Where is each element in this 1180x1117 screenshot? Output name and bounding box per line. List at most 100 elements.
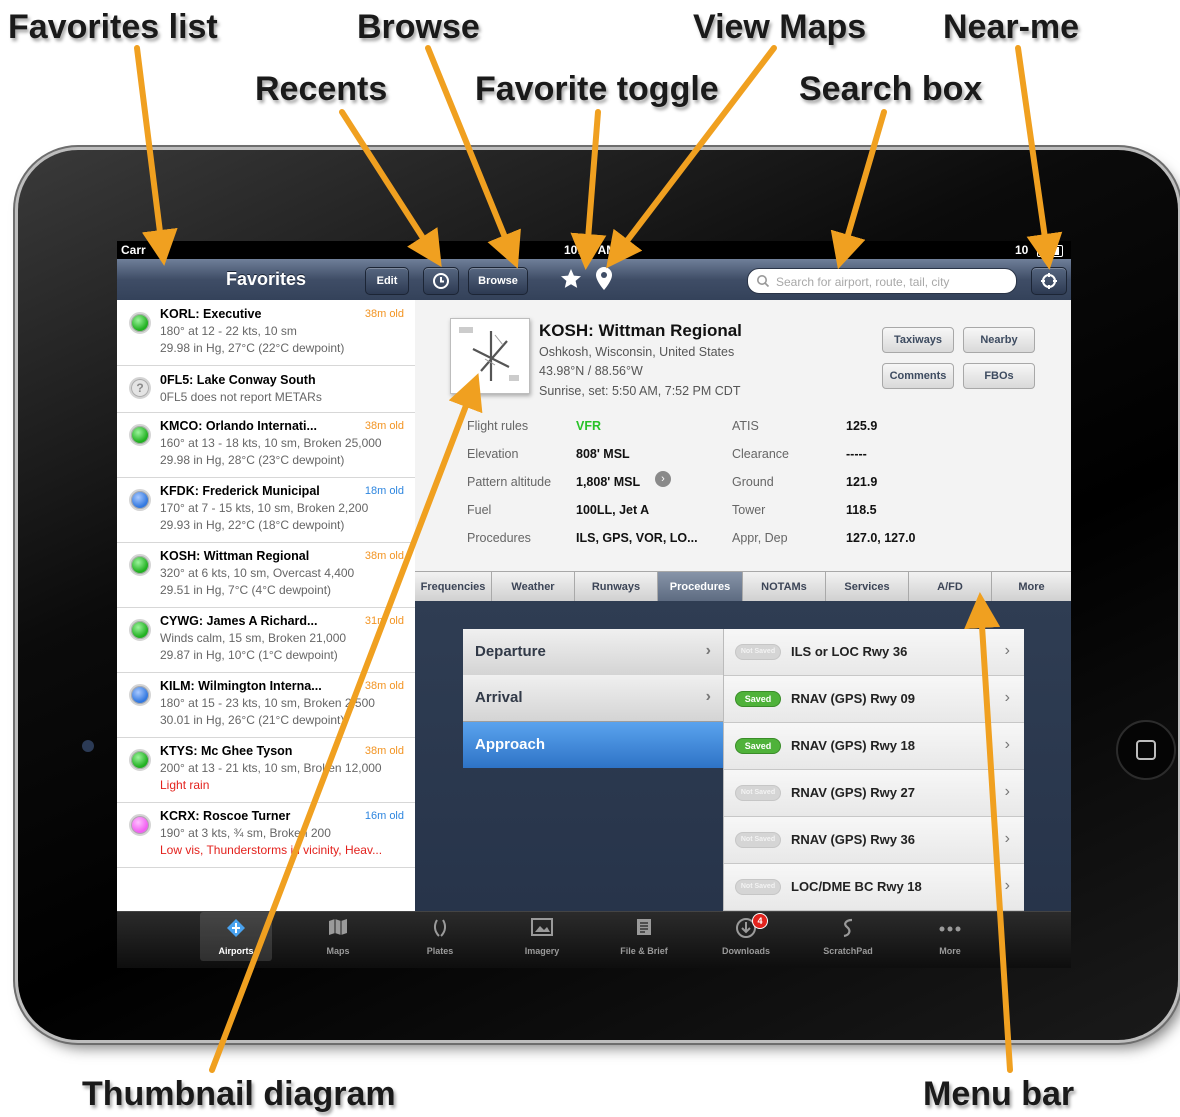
tab-more[interactable]: More <box>992 572 1071 602</box>
tab-afd[interactable]: A/FD <box>909 572 992 602</box>
favorite-item[interactable]: KMCO: Orlando Internati... 38m old 160° … <box>117 412 415 478</box>
procedure-item[interactable]: Saved RNAV (GPS) Rwy 18 › <box>724 723 1024 770</box>
tabbar-imagery[interactable]: Imagery <box>506 912 578 961</box>
favorite-name: KCRX: Roscoe Turner <box>160 809 291 823</box>
favorite-age: 31m old <box>364 615 404 627</box>
tab-weather[interactable]: Weather <box>492 572 575 602</box>
tabbar-airports[interactable]: Airports <box>200 912 272 961</box>
airport-detail-pane: KOSH: Wittman Regional Oshkosh, Wisconsi… <box>415 300 1071 911</box>
favorite-item[interactable]: CYWG: James A Richard... 31m old Winds c… <box>117 607 415 673</box>
tabbar-plates[interactable]: Plates <box>404 912 476 961</box>
status-blue-icon <box>129 489 151 511</box>
comments-button[interactable]: Comments <box>882 363 954 389</box>
favorite-star-icon[interactable] <box>559 267 583 291</box>
airport-name: KOSH: Wittman Regional <box>539 321 742 340</box>
chevron-right-icon: › <box>705 642 711 659</box>
unknown-status-icon: ? <box>129 377 151 399</box>
saved-badge: Saved <box>735 691 781 707</box>
airport-coordinates: 43.98°N / 88.56°W <box>539 364 643 378</box>
callout-thumbnail-diagram: Thumbnail diagram <box>82 1075 396 1113</box>
edit-button[interactable]: Edit <box>365 267 409 295</box>
procedure-item[interactable]: Not Saved RNAV (GPS) Rwy 27 › <box>724 770 1024 817</box>
favorite-line1: 0FL5 does not report METARs <box>160 390 322 404</box>
scratchpad-icon <box>812 917 884 939</box>
tab-runways[interactable]: Runways <box>575 572 658 602</box>
chevron-right-icon: › <box>1004 736 1010 753</box>
procedure-name: RNAV (GPS) Rwy 09 <box>791 691 916 706</box>
tabbar-downloads[interactable]: 4 Downloads <box>710 912 782 961</box>
status-green-icon <box>129 554 151 576</box>
chevron-right-icon: › <box>705 688 711 705</box>
status-green-icon <box>129 424 151 446</box>
nearby-button[interactable]: Nearby <box>963 327 1035 353</box>
status-bar: Carr 10:47 AM 10 <box>117 241 1071 259</box>
tab-notams[interactable]: NOTAMs <box>743 572 826 602</box>
browse-button[interactable]: Browse <box>468 267 528 295</box>
tabbar-more[interactable]: More <box>914 912 986 961</box>
chevron-right-icon: › <box>1004 877 1010 894</box>
category-departure[interactable]: Departure › <box>463 629 723 676</box>
favorite-age: 18m old <box>364 485 404 497</box>
not-saved-badge: Not Saved <box>735 879 781 895</box>
favorite-age: 38m old <box>364 420 404 432</box>
procedure-name: RNAV (GPS) Rwy 36 <box>791 832 916 847</box>
procedure-item[interactable]: Not Saved ILS or LOC Rwy 36 › <box>724 629 1024 676</box>
pattern-altitude-disclosure-icon[interactable]: › <box>655 471 671 487</box>
tower-label: Tower <box>732 503 766 517</box>
callout-recents: Recents <box>255 70 388 108</box>
home-button[interactable] <box>1116 720 1176 780</box>
battery-icon <box>1037 245 1063 257</box>
procedures-value: ILS, GPS, VOR, LO... <box>576 531 698 545</box>
search-input[interactable] <box>774 272 1010 292</box>
airport-icon <box>200 917 272 939</box>
atis-label: ATIS <box>732 419 759 433</box>
imagery-icon <box>506 917 578 939</box>
status-magenta-icon <box>129 814 151 836</box>
procedure-item[interactable]: Saved RNAV (GPS) Rwy 09 › <box>724 676 1024 723</box>
clock-icon <box>433 273 449 289</box>
recents-button[interactable] <box>423 267 459 295</box>
favorite-name: 0FL5: Lake Conway South <box>160 373 316 387</box>
favorite-age: 38m old <box>364 308 404 320</box>
near-me-button[interactable] <box>1031 267 1067 295</box>
favorite-line1: 160° at 13 - 18 kts, 10 sm, Broken 25,00… <box>160 436 382 450</box>
tabbar-label: Airports <box>218 946 254 956</box>
tabbar-maps[interactable]: Maps <box>302 912 374 961</box>
tabbar-file-brief[interactable]: File & Brief <box>608 912 680 961</box>
favorite-line1: Winds calm, 15 sm, Broken 21,000 <box>160 631 347 645</box>
favorite-line1: 320° at 6 kts, 10 sm, Overcast 4,400 <box>160 566 355 580</box>
fbos-button[interactable]: FBOs <box>963 363 1035 389</box>
procedures-panel: Departure › Arrival › Approach Not Saved I… <box>415 601 1071 911</box>
map-pin-icon[interactable] <box>594 266 614 292</box>
favorite-item[interactable]: KCRX: Roscoe Turner 16m old 190° at 3 kt… <box>117 802 415 868</box>
search-box[interactable] <box>747 268 1017 294</box>
app-screen: Carr 10:47 AM 10 Favorites Edit Browse S… <box>117 241 1071 968</box>
procedure-item[interactable]: Not Saved LOC/DME BC Rwy 18 › <box>724 864 1024 911</box>
favorite-item[interactable]: KOSH: Wittman Regional 38m old 320° at 6… <box>117 542 415 608</box>
tab-procedures[interactable]: Procedures <box>658 572 743 602</box>
favorite-item[interactable]: KORL: Executive 38m old 180° at 12 - 22 … <box>117 300 415 366</box>
procedure-list: Not Saved ILS or LOC Rwy 36 › Saved RNAV… <box>723 629 1024 911</box>
favorite-item[interactable]: ? 0FL5: Lake Conway South 0FL5 does not … <box>117 365 415 413</box>
callout-search-box: Search box <box>799 70 983 108</box>
status-time: 10:47 AM <box>564 243 617 257</box>
not-saved-badge: Not Saved <box>735 785 781 801</box>
category-approach[interactable]: Approach <box>463 722 723 768</box>
favorite-item[interactable]: KTYS: Mc Ghee Tyson 38m old 200° at 13 -… <box>117 737 415 803</box>
front-camera <box>82 740 94 752</box>
procedure-item[interactable]: Not Saved RNAV (GPS) Rwy 36 › <box>724 817 1024 864</box>
top-navigation-bar: Favorites Edit Browse <box>117 259 1071 301</box>
favorite-name: KILM: Wilmington Interna... <box>160 679 322 693</box>
battery-percent: 10 <box>1015 243 1029 257</box>
favorites-list: KORL: Executive 38m old 180° at 12 - 22 … <box>117 300 416 911</box>
category-arrival[interactable]: Arrival › <box>463 675 723 722</box>
tabbar-scratchpad[interactable]: ScratchPad <box>812 912 884 961</box>
favorite-item[interactable]: KILM: Wilmington Interna... 38m old 180°… <box>117 672 415 738</box>
taxiways-button[interactable]: Taxiways <box>882 327 954 353</box>
tab-services[interactable]: Services <box>826 572 909 602</box>
favorite-item[interactable]: KFDK: Frederick Municipal 18m old 170° a… <box>117 477 415 543</box>
tab-frequencies[interactable]: Frequencies <box>415 572 492 602</box>
ground-value: 121.9 <box>846 475 878 489</box>
favorite-line2: 29.98 in Hg, 28°C (23°C dewpoint) <box>160 453 345 467</box>
thumbnail-diagram[interactable] <box>450 318 530 394</box>
